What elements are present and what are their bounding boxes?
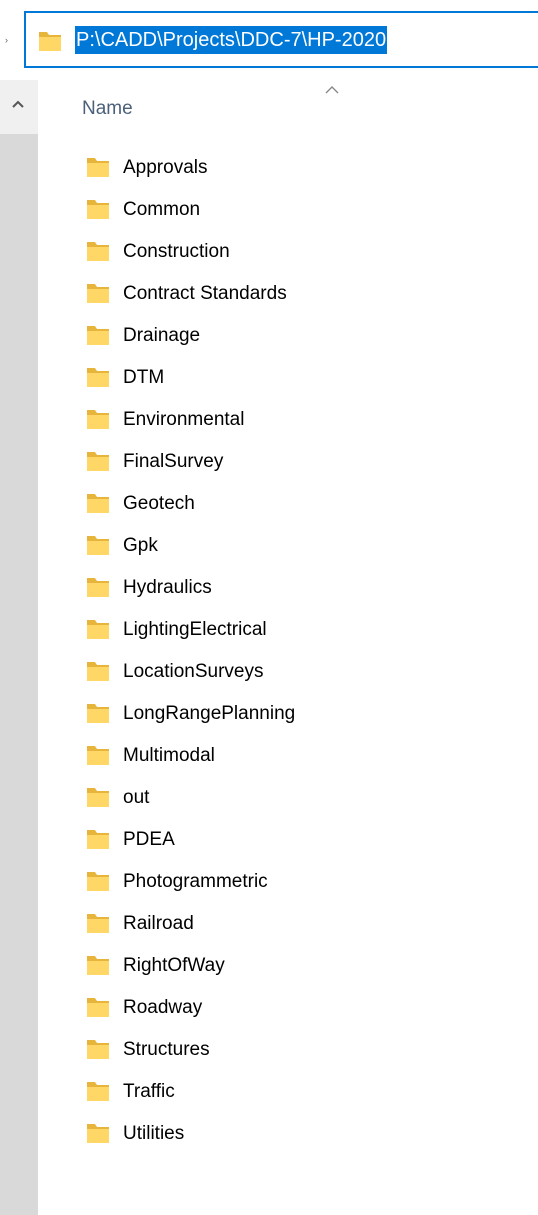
folder-name: Multimodal xyxy=(123,745,215,766)
list-item[interactable]: Approvals xyxy=(74,147,538,189)
list-item[interactable]: Structures xyxy=(74,1029,538,1071)
list-item[interactable]: out xyxy=(74,777,538,819)
list-item[interactable]: Utilities xyxy=(74,1113,538,1155)
folder-name: Gpk xyxy=(123,535,158,556)
folder-name: Hydraulics xyxy=(123,577,212,598)
folder-name: DTM xyxy=(123,367,165,388)
chevron-up-icon xyxy=(325,86,339,94)
folder-name: Environmental xyxy=(123,409,245,430)
list-item[interactable]: Drainage xyxy=(74,315,538,357)
list-item[interactable]: Multimodal xyxy=(74,735,538,777)
folder-icon xyxy=(87,326,109,345)
list-item[interactable]: Photogrammetric xyxy=(74,861,538,903)
folder-name: Contract Standards xyxy=(123,283,287,304)
breadcrumb-chevron-icon[interactable]: › xyxy=(5,36,9,45)
column-header-name[interactable]: Name xyxy=(60,80,538,136)
chevron-up-icon[interactable] xyxy=(6,92,30,116)
folder-name: Railroad xyxy=(123,913,194,934)
folder-icon xyxy=(87,494,109,513)
folder-name: Traffic xyxy=(123,1081,175,1102)
folder-name: Construction xyxy=(123,241,230,262)
folder-icon xyxy=(87,788,109,807)
folder-icon xyxy=(87,1040,109,1059)
list-item[interactable]: Hydraulics xyxy=(74,567,538,609)
folder-icon xyxy=(87,578,109,597)
folder-icon xyxy=(87,914,109,933)
list-item[interactable]: Environmental xyxy=(74,399,538,441)
folder-icon xyxy=(87,368,109,387)
folder-icon xyxy=(87,662,109,681)
column-header-label: Name xyxy=(82,98,133,119)
folder-name: LightingElectrical xyxy=(123,619,267,640)
folder-name: out xyxy=(123,787,150,808)
folder-name: Geotech xyxy=(123,493,195,514)
list-item[interactable]: LongRangePlanning xyxy=(74,693,538,735)
folder-icon xyxy=(87,284,109,303)
folder-name: Utilities xyxy=(123,1123,185,1144)
folder-name: RightOfWay xyxy=(123,955,225,976)
folder-icon xyxy=(87,452,109,471)
folder-icon xyxy=(87,872,109,891)
list-item[interactable]: LightingElectrical xyxy=(74,609,538,651)
folder-name: LocationSurveys xyxy=(123,661,264,682)
folder-icon xyxy=(87,620,109,639)
folder-name: Approvals xyxy=(123,157,208,178)
folder-icon xyxy=(87,956,109,975)
folder-icon xyxy=(87,242,109,261)
folder-name: Drainage xyxy=(123,325,201,346)
list-item[interactable]: PDEA xyxy=(74,819,538,861)
address-bar[interactable]: P:\CADD\Projects\DDC-7\HP-2020 xyxy=(24,11,538,68)
folder-name: Common xyxy=(123,199,201,220)
scroll-thumb[interactable] xyxy=(0,134,38,1215)
list-item[interactable]: Common xyxy=(74,189,538,231)
folder-name: Photogrammetric xyxy=(123,871,268,892)
list-item[interactable]: RightOfWay xyxy=(74,945,538,987)
list-item[interactable]: Geotech xyxy=(74,483,538,525)
list-item[interactable]: Gpk xyxy=(74,525,538,567)
address-path-input[interactable]: P:\CADD\Projects\DDC-7\HP-2020 xyxy=(75,26,388,54)
folder-icon xyxy=(87,830,109,849)
list-item[interactable]: Construction xyxy=(74,231,538,273)
folder-icon xyxy=(87,1124,109,1143)
folder-icon xyxy=(87,200,109,219)
folder-icon xyxy=(39,32,61,51)
list-item[interactable]: Contract Standards xyxy=(74,273,538,315)
folder-icon xyxy=(87,536,109,555)
list-item[interactable]: Roadway xyxy=(74,987,538,1029)
list-item[interactable]: DTM xyxy=(74,357,538,399)
folder-icon xyxy=(87,410,109,429)
list-item[interactable]: LocationSurveys xyxy=(74,651,538,693)
nav-pane-scrollbar[interactable] xyxy=(0,80,38,1215)
list-item[interactable]: Railroad xyxy=(74,903,538,945)
folder-name: PDEA xyxy=(123,829,175,850)
folder-name: Structures xyxy=(123,1039,210,1060)
folder-icon xyxy=(87,998,109,1017)
folder-icon xyxy=(87,746,109,765)
folder-icon xyxy=(87,158,109,177)
folder-name: LongRangePlanning xyxy=(123,703,296,724)
folder-icon xyxy=(87,704,109,723)
list-item[interactable]: FinalSurvey xyxy=(74,441,538,483)
folder-icon xyxy=(87,1082,109,1101)
list-item[interactable]: Traffic xyxy=(74,1071,538,1113)
folder-name: FinalSurvey xyxy=(123,451,224,472)
folder-name: Roadway xyxy=(123,997,203,1018)
file-list: Approvals Common Construction Contract S… xyxy=(74,147,538,1155)
